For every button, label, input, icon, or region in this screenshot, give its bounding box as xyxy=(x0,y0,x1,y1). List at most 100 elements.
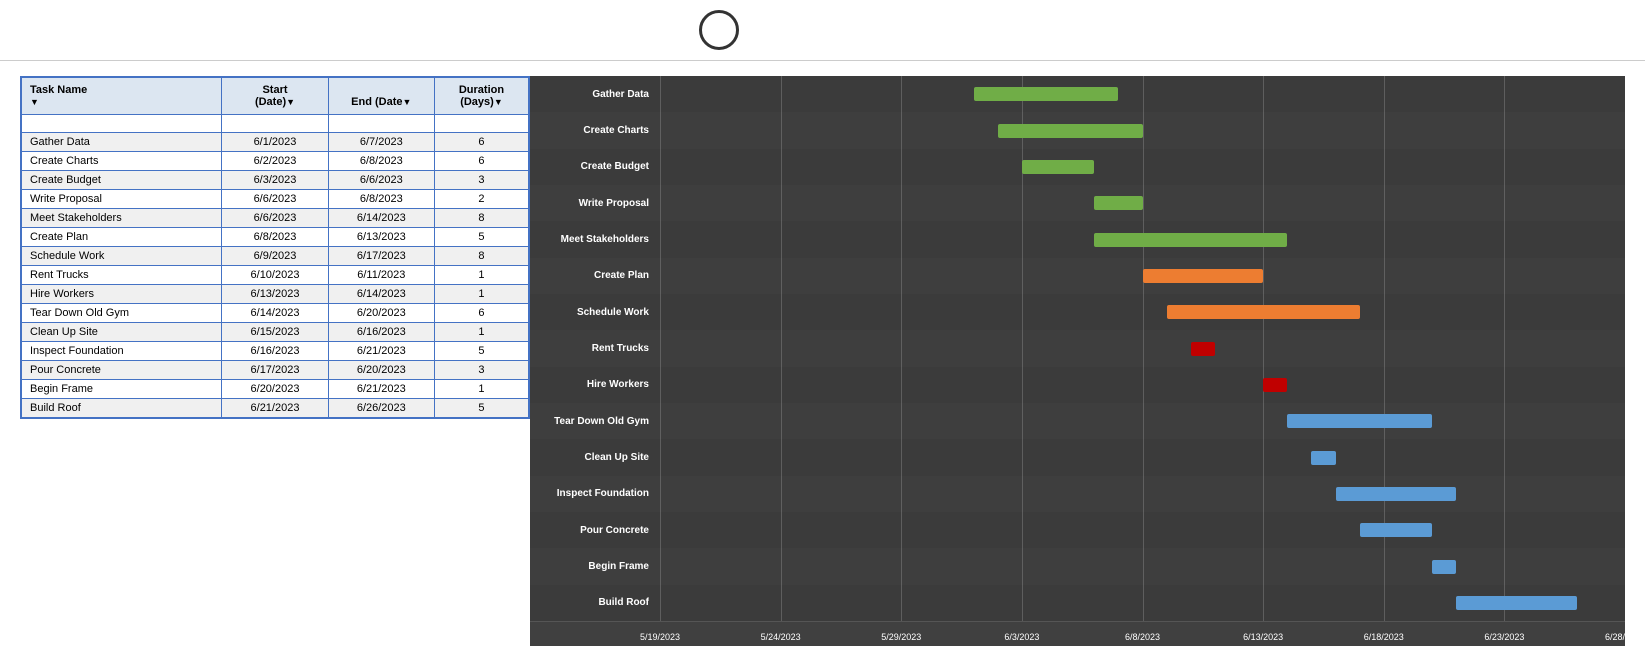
table-row: Begin Frame 6/20/2023 6/21/2023 1 xyxy=(21,380,529,399)
task-end: 6/20/2023 xyxy=(328,304,434,323)
chart-row xyxy=(530,367,1625,403)
task-end: 6/16/2023 xyxy=(328,323,434,342)
grid-line xyxy=(1143,76,1144,621)
task-label: Create Budget xyxy=(530,149,655,185)
task-name: Write Proposal xyxy=(21,190,222,209)
task-duration: 1 xyxy=(434,285,529,304)
table-row: Build Roof 6/21/2023 6/26/2023 5 xyxy=(21,399,529,419)
task-start: 6/20/2023 xyxy=(222,380,328,399)
gantt-bar xyxy=(1167,305,1360,319)
task-name: Hire Workers xyxy=(21,285,222,304)
task-end: 6/6/2023 xyxy=(328,171,434,190)
gantt-bar xyxy=(1094,196,1142,210)
task-end: 6/20/2023 xyxy=(328,361,434,380)
table-row: Pour Concrete 6/17/2023 6/20/2023 3 xyxy=(21,361,529,380)
chart-row xyxy=(530,221,1625,257)
task-start: 6/16/2023 xyxy=(222,342,328,361)
gantt-bar xyxy=(998,124,1143,138)
task-end: 6/17/2023 xyxy=(328,247,434,266)
x-axis-label: 6/23/2023 xyxy=(1484,632,1524,642)
task-duration: 1 xyxy=(434,380,529,399)
grid-line xyxy=(781,76,782,621)
table-section: Task Name▼ Start(Date)▼ End (Date▼ Durat… xyxy=(20,76,530,646)
task-start: 6/21/2023 xyxy=(222,399,328,419)
task-end: 6/14/2023 xyxy=(328,209,434,228)
task-end: 6/8/2023 xyxy=(328,190,434,209)
task-label: Gather Data xyxy=(530,76,655,112)
x-axis-label: 6/3/2023 xyxy=(1004,632,1039,642)
gantt-bar xyxy=(1432,560,1456,574)
task-start: 6/17/2023 xyxy=(222,361,328,380)
task-duration: 3 xyxy=(434,171,529,190)
chart-row xyxy=(530,294,1625,330)
task-name: Begin Frame xyxy=(21,380,222,399)
chart-row xyxy=(530,258,1625,294)
task-duration: 5 xyxy=(434,342,529,361)
chart-row xyxy=(530,330,1625,366)
x-axis-label: 6/13/2023 xyxy=(1243,632,1283,642)
task-name: Clean Up Site xyxy=(21,323,222,342)
task-end: 6/7/2023 xyxy=(328,133,434,152)
task-label: Pour Concrete xyxy=(530,512,655,548)
gantt-bar xyxy=(1456,596,1577,610)
task-name: Schedule Work xyxy=(21,247,222,266)
grid-line xyxy=(1022,76,1023,621)
task-label: Write Proposal xyxy=(530,185,655,221)
chart-row xyxy=(530,548,1625,584)
table-row: Schedule Work 6/9/2023 6/17/2023 8 xyxy=(21,247,529,266)
table-row: Create Charts 6/2/2023 6/8/2023 6 xyxy=(21,152,529,171)
task-label: Inspect Foundation xyxy=(530,476,655,512)
gantt-table: Task Name▼ Start(Date)▼ End (Date▼ Durat… xyxy=(20,76,530,419)
x-axis-label: 5/24/2023 xyxy=(761,632,801,642)
task-duration: 6 xyxy=(434,304,529,323)
task-duration: 1 xyxy=(434,266,529,285)
task-duration: 2 xyxy=(434,190,529,209)
chart-row xyxy=(530,185,1625,221)
table-row: Gather Data 6/1/2023 6/7/2023 6 xyxy=(21,133,529,152)
x-axis-label: 6/28/2023 xyxy=(1605,632,1625,642)
chart-section: Gather DataCreate ChartsCreate BudgetWri… xyxy=(530,76,1625,646)
task-name: Build Roof xyxy=(21,399,222,419)
chart-row xyxy=(530,476,1625,512)
table-row: Inspect Foundation 6/16/2023 6/21/2023 5 xyxy=(21,342,529,361)
task-duration: 3 xyxy=(434,361,529,380)
task-end: 6/21/2023 xyxy=(328,342,434,361)
chart-row xyxy=(530,512,1625,548)
main-content: Task Name▼ Start(Date)▼ End (Date▼ Durat… xyxy=(0,61,1645,661)
grid-line xyxy=(1504,76,1505,621)
x-axis-label: 6/18/2023 xyxy=(1364,632,1404,642)
task-duration: 8 xyxy=(434,209,529,228)
chart-row xyxy=(530,439,1625,475)
gantt-bar xyxy=(1263,378,1287,392)
task-name: Gather Data xyxy=(21,133,222,152)
task-duration: 5 xyxy=(434,399,529,419)
grid-line xyxy=(1384,76,1385,621)
task-label: Create Charts xyxy=(530,112,655,148)
x-axis: 5/19/20235/24/20235/29/20236/3/20236/8/2… xyxy=(530,621,1625,646)
task-name: Pour Concrete xyxy=(21,361,222,380)
task-duration: 6 xyxy=(434,152,529,171)
task-name: Meet Stakeholders xyxy=(21,209,222,228)
task-name: Create Budget xyxy=(21,171,222,190)
table-row: Rent Trucks 6/10/2023 6/11/2023 1 xyxy=(21,266,529,285)
task-duration: 8 xyxy=(434,247,529,266)
col-header-start: Start(Date)▼ xyxy=(222,77,328,115)
task-label: Create Plan xyxy=(530,258,655,294)
grid-line xyxy=(660,76,661,621)
task-label: Build Roof xyxy=(530,585,655,621)
grid-line xyxy=(901,76,902,621)
task-duration: 6 xyxy=(434,133,529,152)
gantt-bar xyxy=(1022,160,1094,174)
gantt-bar xyxy=(1094,233,1287,247)
task-start: 6/13/2023 xyxy=(222,285,328,304)
logo xyxy=(699,10,747,50)
table-row: Hire Workers 6/13/2023 6/14/2023 1 xyxy=(21,285,529,304)
task-label: Begin Frame xyxy=(530,548,655,584)
task-end: 6/8/2023 xyxy=(328,152,434,171)
table-row: Create Budget 6/3/2023 6/6/2023 3 xyxy=(21,171,529,190)
task-duration: 1 xyxy=(434,323,529,342)
gantt-bar xyxy=(974,87,1119,101)
task-name: Create Plan xyxy=(21,228,222,247)
col-header-duration: Duration(Days)▼ xyxy=(434,77,529,115)
task-label: Meet Stakeholders xyxy=(530,221,655,257)
